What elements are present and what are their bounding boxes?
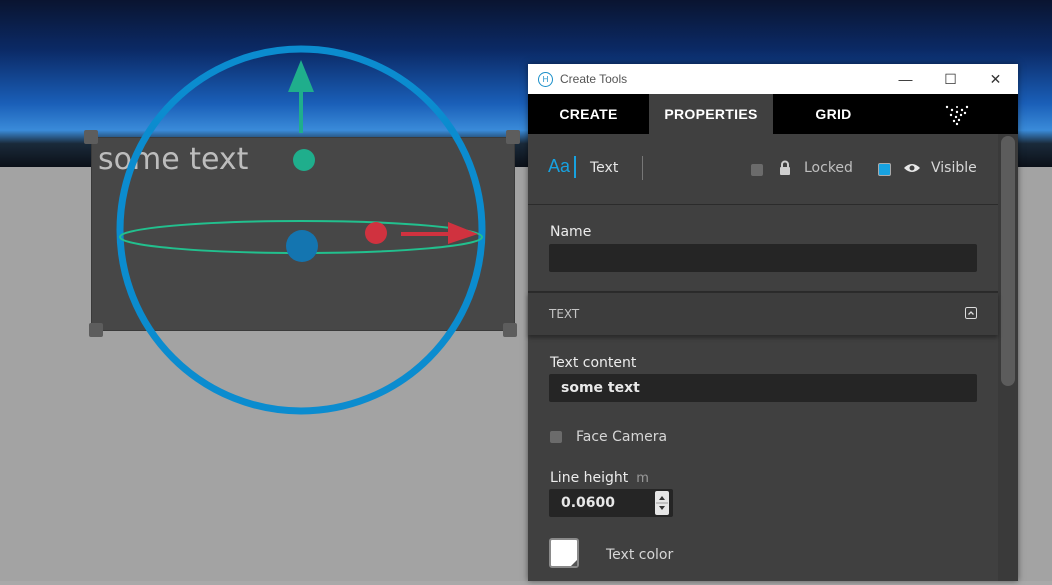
section-title: TEXT xyxy=(549,307,580,321)
minimize-button[interactable]: — xyxy=(883,64,928,94)
stepper-arrows-icon[interactable] xyxy=(655,491,669,515)
name-input[interactable] xyxy=(549,244,977,272)
text-cursor-icon xyxy=(574,156,576,178)
text-color-swatch[interactable] xyxy=(549,538,579,568)
color-picker-corner-icon xyxy=(571,560,577,566)
text-section-header[interactable]: TEXT xyxy=(528,292,998,335)
x-axis-arrow-icon[interactable] xyxy=(448,222,478,244)
y-scale-handle[interactable] xyxy=(293,149,315,171)
line-height-label: Line height m xyxy=(550,470,649,486)
window-title: Create Tools xyxy=(560,72,628,86)
line-height-unit: m xyxy=(636,471,649,486)
type-divider xyxy=(642,156,643,180)
scrollbar-thumb[interactable] xyxy=(1001,136,1015,386)
logo-icon xyxy=(945,105,969,126)
text-content-label: Text content xyxy=(550,355,637,371)
text-content-input[interactable]: some text xyxy=(549,374,977,402)
entity-type-row: Aa Text Locked Visible xyxy=(528,134,998,205)
eye-icon xyxy=(904,164,920,172)
app-icon: H xyxy=(538,71,553,87)
text-properties: Text content some text Face Camera Line … xyxy=(528,335,998,585)
visible-label: Visible xyxy=(931,160,977,176)
lock-icon xyxy=(780,160,790,175)
tab-create[interactable]: CREATE xyxy=(528,94,649,134)
face-camera-checkbox[interactable] xyxy=(550,431,562,443)
x-scale-handle[interactable] xyxy=(365,222,387,244)
y-axis-arrow-icon[interactable] xyxy=(288,60,314,92)
properties-content: Aa Text Locked Visible Name TEXT Text co… xyxy=(528,134,998,585)
visible-checkbox[interactable] xyxy=(878,163,891,176)
name-label: Name xyxy=(550,224,592,240)
maximize-button[interactable]: ☐ xyxy=(928,64,973,94)
locked-label: Locked xyxy=(804,160,853,176)
face-camera-label: Face Camera xyxy=(576,429,668,445)
line-height-label-text: Line height xyxy=(550,470,629,486)
tab-properties[interactable]: PROPERTIES xyxy=(649,94,773,134)
name-section: Name xyxy=(528,205,998,292)
collapse-icon[interactable] xyxy=(965,307,977,319)
create-tools-window: H Create Tools — ☐ ✕ CREATE PROPERTIES G… xyxy=(528,64,1018,581)
text-color-label: Text color xyxy=(606,547,674,563)
title-bar[interactable]: H Create Tools — ☐ ✕ xyxy=(528,64,1018,94)
text-type-icon: Aa xyxy=(548,156,571,176)
tab-grid[interactable]: GRID xyxy=(773,94,894,134)
line-height-stepper[interactable] xyxy=(655,491,669,515)
entity-type-label: Text xyxy=(590,160,619,176)
locked-checkbox[interactable] xyxy=(751,164,763,176)
center-handle[interactable] xyxy=(286,230,318,262)
close-button[interactable]: ✕ xyxy=(973,64,1018,94)
tab-bar: CREATE PROPERTIES GRID xyxy=(528,94,1018,134)
